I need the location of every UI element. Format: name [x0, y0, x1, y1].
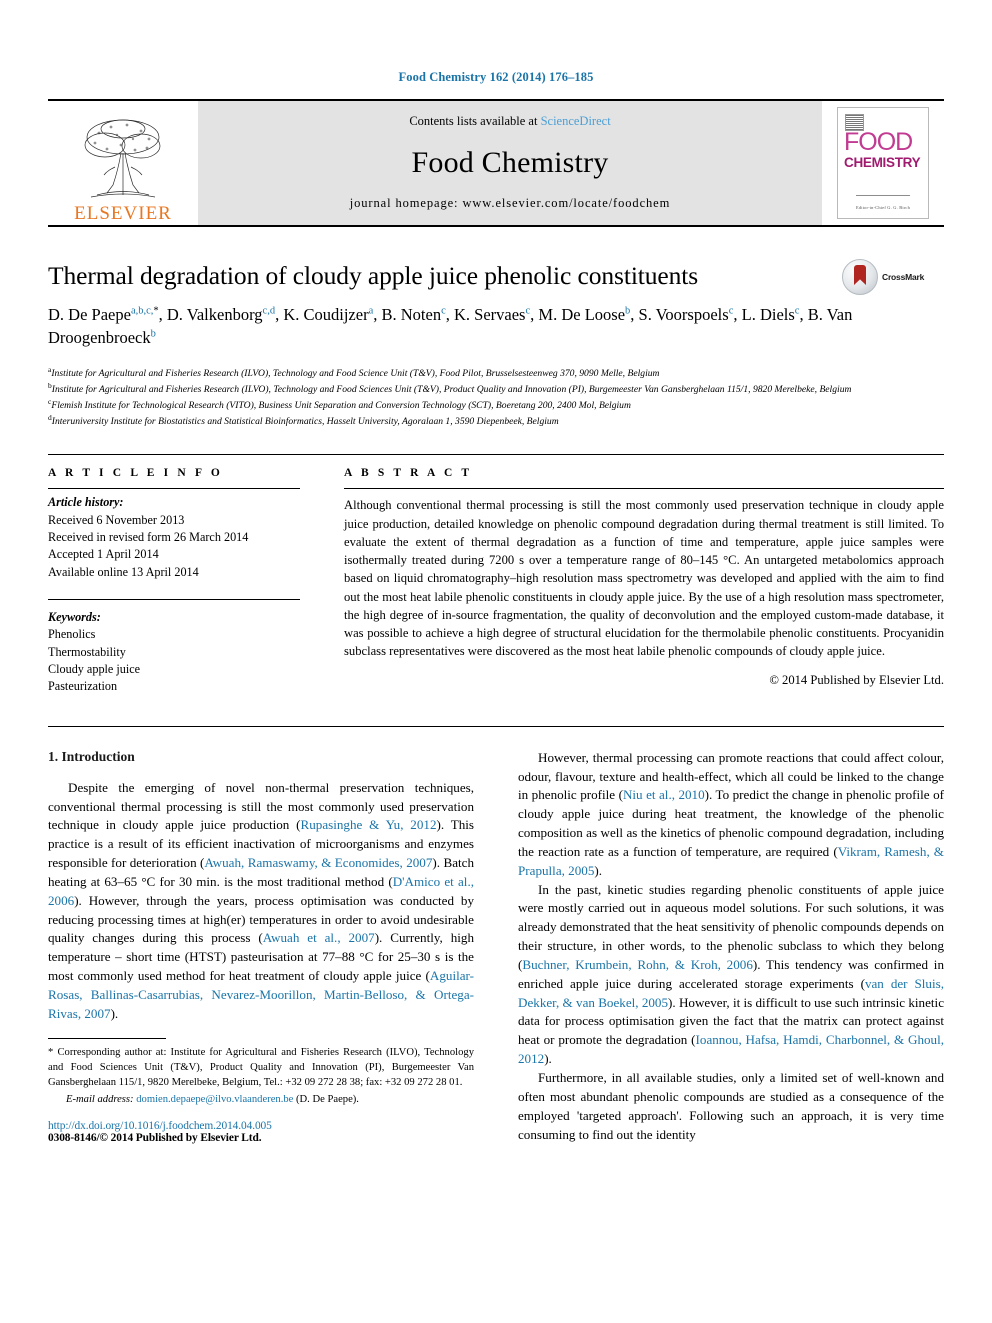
footnote-block: * Corresponding author at: Institute for…: [48, 1038, 474, 1144]
abstract-heading: A B S T R A C T: [344, 467, 473, 480]
crossmark-badge-group[interactable]: CrossMark: [842, 257, 944, 297]
history-item: Accepted 1 April 2014: [48, 547, 159, 562]
author-affiliation-marker: a,b,c,: [130, 305, 154, 317]
crossmark-label: CrossMark: [882, 272, 925, 282]
author-name: D. Valkenborg: [166, 305, 263, 325]
affiliation-marker: c: [48, 396, 52, 406]
citation-link[interactable]: Buchner, Krumbein, Rohn, & Kroh, 2006: [522, 957, 753, 972]
article-history-label: Article history:: [48, 495, 124, 510]
author-affiliation-marker: c: [794, 305, 800, 317]
author-affiliation-marker: c: [728, 305, 734, 317]
intro-paragraph-right-1: However, thermal processing can promote …: [518, 749, 944, 878]
journal-title: Food Chemistry: [411, 145, 609, 179]
intro-paragraph-right-3: Furthermore, in all available studies, o…: [518, 1070, 944, 1142]
author-affiliation-marker: c: [441, 305, 446, 317]
running-head: Food Chemistry 162 (2014) 176–185: [398, 70, 594, 84]
intro-paragraph-left-1: Despite the emerging of novel non-therma…: [48, 779, 474, 1021]
citation-link[interactable]: Vikram, Ramesh, & Prapulla, 2005: [518, 844, 944, 878]
affiliation-item: cFlemish Institute for Technological Res…: [48, 396, 631, 411]
masthead-center: Contents lists available at ScienceDirec…: [198, 101, 822, 225]
cover-title-food: FOOD: [844, 128, 913, 156]
author-affiliation-marker: b: [625, 305, 631, 317]
section-title-introduction: 1. Introduction: [48, 748, 135, 764]
contents-available-line: Contents lists available at ScienceDirec…: [409, 114, 610, 129]
author-name: D. De Paepe: [48, 305, 131, 325]
abstract-copyright: © 2014 Published by Elsevier Ltd.: [769, 672, 944, 687]
intro-paragraph-right-2: In the past, kinetic studies regarding p…: [518, 881, 945, 1067]
body-columns: 1. Introduction Despite the emerging of …: [48, 725, 944, 1145]
keywords-inner: Keywords: Phenolics Thermostability Clou…: [48, 606, 300, 696]
keyword-item: Cloudy apple juice: [48, 662, 141, 676]
author-list: D. De Paepea,b,c,*, D. Valkenborgc,d, K.…: [48, 305, 853, 347]
citation-link[interactable]: Niu et al., 2010: [623, 787, 705, 802]
email-address-label: E-mail address:: [66, 1094, 137, 1106]
citation-link[interactable]: Awuah, Ramaswamy, & Economides, 2007: [204, 855, 432, 870]
footnote-divider: [48, 1038, 166, 1040]
citation-link[interactable]: D'Amico et al., 2006: [48, 874, 474, 908]
doi-link[interactable]: http://dx.doi.org/10.1016/j.foodchem.201…: [48, 1120, 474, 1132]
cover-divider: [856, 195, 910, 196]
journal-masthead: ELSEVIER Contents lists available at Sci…: [48, 99, 944, 227]
info-abstract-row: A R T I C L E I N F O Article history: R…: [48, 454, 944, 695]
affiliation-marker: b: [48, 380, 52, 390]
author-affiliation-marker: b: [150, 328, 156, 340]
citation-link[interactable]: Ioannou, Hafsa, Hamdi, Charbonnel, & Gho…: [518, 1032, 944, 1066]
keyword-item: Phenolics: [48, 627, 96, 642]
journal-cover-thumbnail: FOOD CHEMISTRY Editor-in-Chief G. G. Bir…: [837, 107, 929, 219]
history-item: Received 6 November 2013: [48, 512, 185, 527]
page-title: Thermal degradation of cloudy apple juic…: [48, 261, 699, 290]
title-block: Thermal degradation of cloudy apple juic…: [48, 259, 944, 349]
author-name: B. Noten: [381, 305, 442, 325]
crossmark-icon: [842, 259, 878, 295]
email-address-link[interactable]: domien.depaepe@ilvo.vlaanderen.be: [136, 1094, 293, 1105]
journal-cover-area: FOOD CHEMISTRY Editor-in-Chief G. G. Bir…: [822, 101, 944, 225]
citation-link[interactable]: Aguilar-Rosas, Ballinas-Casarrubias, Nev…: [48, 968, 474, 1021]
author-name: K. Coudijzer: [283, 305, 369, 325]
cover-title-chemistry: CHEMISTRY: [844, 155, 921, 170]
left-column-inner: 1. Introduction Despite the emerging of …: [48, 749, 474, 1067]
history-item: Received in revised form 26 March 2014: [48, 530, 249, 545]
affiliation-item: dInteruniversity Institute for Biostatis…: [48, 412, 559, 427]
paper-page: Food Chemistry 162 (2014) 176–185 ELSEVI…: [0, 0, 992, 1323]
affiliation-item: bInstitute for Agricultural and Fisherie…: [48, 380, 852, 396]
abstract-column: A B S T R A C T Although conventional th…: [344, 455, 944, 695]
journal-homepage-link[interactable]: journal homepage: www.elsevier.com/locat…: [350, 196, 670, 211]
author-name: L. Diels: [741, 305, 795, 325]
keyword-item: Thermostability: [48, 644, 126, 659]
author-name: K. Servaes: [454, 305, 526, 325]
keywords-label: Keywords:: [48, 610, 101, 625]
corresponding-author-note: * Corresponding author at: Institute for…: [48, 1047, 474, 1089]
contents-prefix: Contents lists available at: [409, 114, 541, 128]
keywords-block: Keywords: Phenolics Thermostability Clou…: [48, 599, 300, 696]
publisher-logo: ELSEVIER: [48, 101, 198, 225]
article-info-column: A R T I C L E I N F O Article history: R…: [48, 455, 300, 695]
article-history-block: Article history: Received 6 November 201…: [48, 489, 300, 581]
author-name: M. De Loose: [538, 305, 626, 325]
keyword-item: Pasteurization: [48, 679, 118, 694]
history-item: Available online 13 April 2014: [48, 564, 199, 579]
footnote-star: *: [48, 1047, 54, 1059]
cover-footer-text: Editor-in-Chief G. G. Birch: [856, 205, 910, 210]
affiliation-marker: d: [48, 412, 52, 422]
author-name: S. Voorspoels: [638, 305, 729, 325]
author-affiliation-marker: c,d: [262, 305, 276, 317]
author-affiliation-marker: c: [525, 305, 531, 317]
article-info-heading: A R T I C L E I N F O: [48, 467, 223, 480]
affiliation-list: aInstitute for Agricultural and Fisherie…: [48, 365, 944, 428]
citation-link[interactable]: van der Sluis, Dekker, & van Boekel, 200…: [518, 976, 944, 1010]
elsevier-wordmark: ELSEVIER: [74, 203, 172, 224]
citation-link[interactable]: Rupasinghe & Yu, 2012: [301, 817, 437, 832]
issn-copyright: 0308-8146/© 2014 Published by Elsevier L…: [48, 1132, 262, 1145]
sciencedirect-link[interactable]: ScienceDirect: [541, 114, 611, 128]
abstract-text: Although conventional thermal processing…: [344, 498, 944, 659]
elsevier-tree-icon: [84, 119, 161, 198]
body-column-left: 1. Introduction Despite the emerging of …: [48, 749, 474, 1144]
email-note: E-mail address: domien.depaepe@ilvo.vlaa…: [66, 1094, 359, 1106]
affiliation-marker: a: [48, 365, 52, 375]
citation-link[interactable]: Awuah et al., 2007: [263, 930, 375, 945]
corresponding-author-marker[interactable]: *: [153, 306, 158, 317]
body-column-right: However, thermal processing can promote …: [518, 749, 944, 1145]
affiliation-item: aInstitute for Agricultural and Fisherie…: [48, 365, 660, 380]
author-affiliation-marker: a: [368, 305, 374, 317]
